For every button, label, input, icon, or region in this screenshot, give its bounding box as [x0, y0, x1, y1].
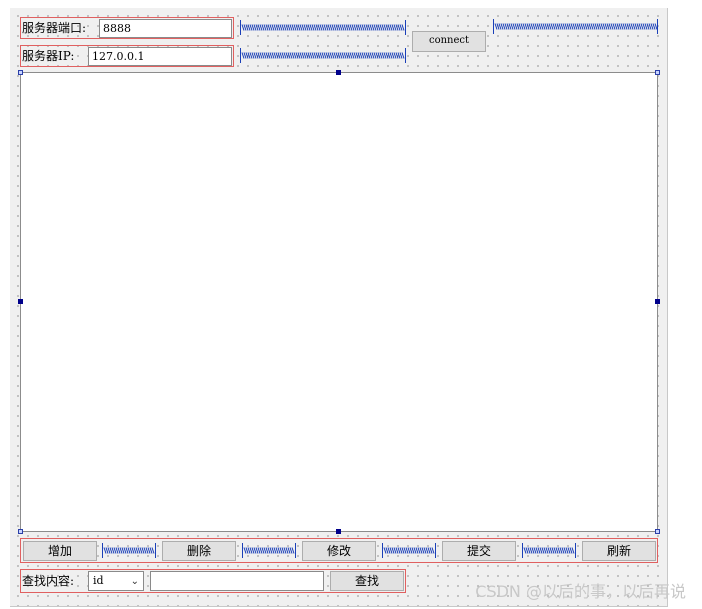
search-field-select[interactable]: id ⌄: [88, 571, 144, 591]
selection-handle[interactable]: [336, 529, 341, 534]
horizontal-spacer: [240, 20, 406, 35]
selection-handle[interactable]: [655, 70, 660, 75]
spacer-zigzag: [241, 52, 405, 59]
spacer-zigzag-path: [494, 23, 657, 30]
port-input[interactable]: 8888: [99, 19, 232, 38]
spacer-zigzag-path: [243, 547, 295, 554]
horizontal-spacer: [522, 543, 576, 558]
selection-handle[interactable]: [336, 70, 341, 75]
horizontal-spacer: [382, 543, 436, 558]
spacer-zigzag-path: [241, 52, 405, 59]
spacer-zigzag-path: [103, 547, 155, 554]
add-button[interactable]: 增加: [23, 541, 97, 561]
spacer-zigzag-path: [241, 24, 405, 31]
chevron-down-icon: ⌄: [130, 576, 139, 587]
watermark-text: CSDN @以后的事，以后再说: [475, 582, 686, 601]
selection-handle[interactable]: [18, 529, 23, 534]
connect-button[interactable]: connect: [412, 31, 486, 52]
port-label: 服务器端口:: [22, 21, 87, 35]
search-field-value: id: [93, 574, 104, 587]
modify-button[interactable]: 修改: [302, 541, 376, 561]
horizontal-spacer: [102, 543, 156, 558]
selection-handle[interactable]: [655, 299, 660, 304]
search-input[interactable]: [150, 571, 324, 591]
ip-label: 服务器IP:: [22, 49, 75, 63]
search-label: 查找内容:: [22, 574, 75, 588]
refresh-button[interactable]: 刷新: [582, 541, 656, 561]
horizontal-spacer: [240, 48, 406, 63]
spacer-zigzag: [494, 23, 657, 30]
ip-input[interactable]: 127.0.0.1: [88, 47, 232, 66]
search-button[interactable]: 查找: [330, 571, 404, 591]
submit-button[interactable]: 提交: [442, 541, 516, 561]
spacer-zigzag: [383, 547, 435, 554]
horizontal-spacer: [242, 543, 296, 558]
delete-button[interactable]: 删除: [162, 541, 236, 561]
selection-handle[interactable]: [18, 299, 23, 304]
horizontal-spacer: [493, 19, 658, 34]
spacer-zigzag: [243, 547, 295, 554]
selection-handle[interactable]: [655, 529, 660, 534]
spacer-zigzag: [523, 547, 575, 554]
spacer-zigzag-path: [383, 547, 435, 554]
selection-handle[interactable]: [18, 70, 23, 75]
spacer-zigzag-path: [523, 547, 575, 554]
spacer-zigzag: [241, 24, 405, 31]
data-table[interactable]: [20, 72, 658, 532]
spacer-zigzag: [103, 547, 155, 554]
